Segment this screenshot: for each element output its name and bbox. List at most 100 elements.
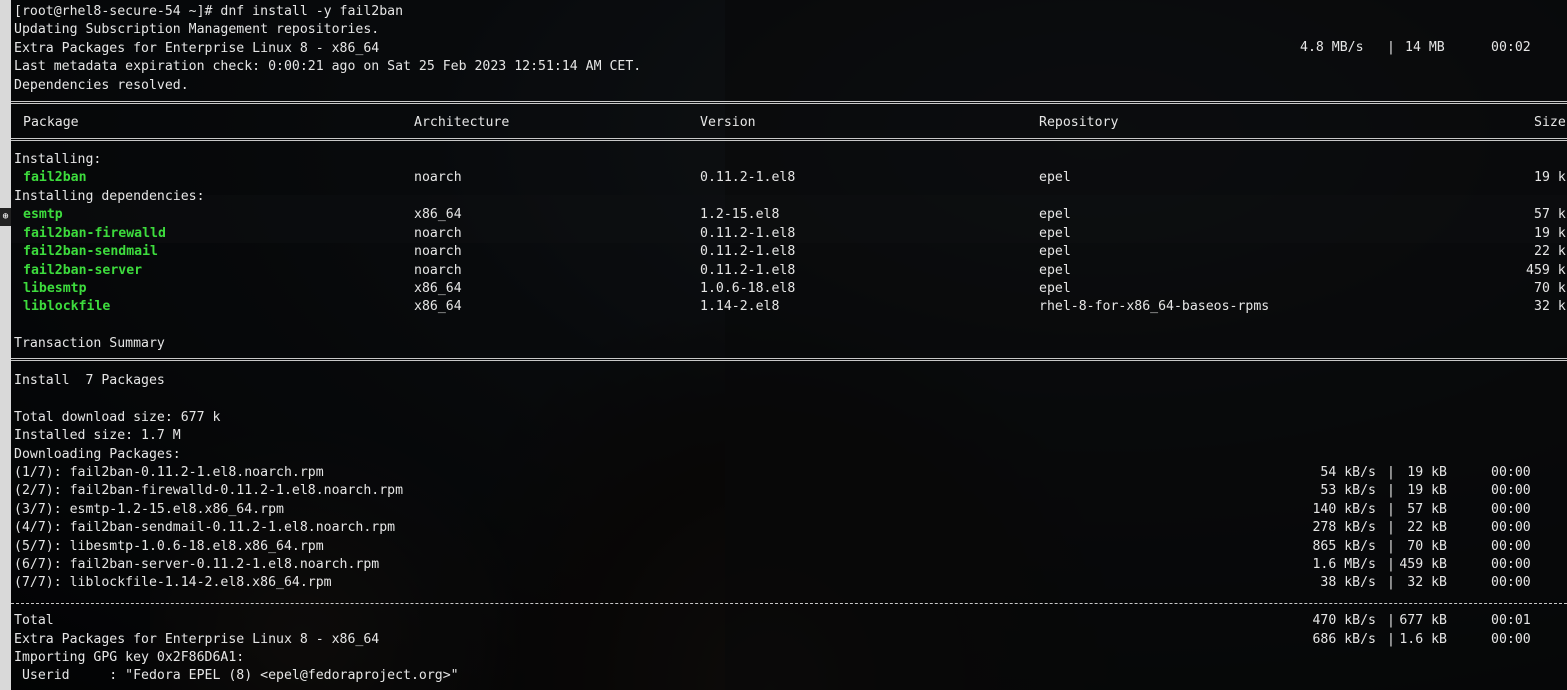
package-arch: noarch — [414, 263, 462, 278]
summary-rule — [11, 358, 1567, 361]
package-name: libesmtp — [23, 281, 87, 296]
download-size: 19 kB — [1407, 465, 1447, 480]
package-arch: noarch — [414, 226, 462, 241]
package-size: 22 k — [1534, 244, 1566, 259]
totals-rule — [11, 603, 1567, 604]
download-sep: | — [1387, 538, 1395, 554]
package-name: fail2ban-firewalld — [23, 226, 166, 241]
package-size: 70 k — [1534, 281, 1566, 296]
download-size: 70 kB — [1407, 538, 1447, 554]
package-repo: epel — [1039, 170, 1071, 185]
total-row: Total 470 kB/s | 677 kB 00:01 — [11, 612, 1567, 630]
download-label: (7/7): liblockfile-1.14-2.el8.x86_64.rpm — [14, 575, 332, 591]
download-size: Total download size: 677 k — [14, 410, 221, 425]
total-row: Extra Packages for Enterprise Linux 8 - … — [11, 631, 1567, 649]
package-arch: noarch — [414, 244, 462, 259]
download-time: 00:00 — [1491, 575, 1531, 591]
package-version: 0.11.2-1.el8 — [700, 244, 796, 259]
download-sep: | — [1387, 520, 1395, 536]
package-row: liblockfile x86_64 1.14-2.el8 rhel-8-for… — [11, 298, 1567, 316]
table-header-row: Package Architecture Version Repository … — [11, 114, 1567, 132]
package-row: esmtp x86_64 1.2-15.el8 epel 57 k — [11, 206, 1567, 224]
left-panel-strip: ⊕ — [0, 0, 11, 690]
header-size: Size — [1534, 115, 1566, 130]
download-row: (6/7): fail2ban-server-0.11.2-1.el8.noar… — [11, 556, 1567, 574]
epel-progress-size: 14 MB — [1405, 40, 1445, 55]
preamble-line: Last metadata expiration check: 0:00:21 … — [14, 59, 642, 74]
table-header-rule — [11, 138, 1567, 141]
download-sep: | — [1387, 557, 1395, 572]
total-time: 00:01 — [1491, 613, 1531, 628]
header-architecture: Architecture — [414, 115, 510, 130]
prompt-line: [root@rhel8-secure-54 ~]# dnf install -y… — [14, 4, 404, 19]
download-speed: 54 kB/s — [1320, 465, 1376, 480]
package-row: libesmtp x86_64 1.0.6-18.el8 epel 70 k — [11, 280, 1567, 298]
download-speed: 1.6 MB/s — [1312, 557, 1376, 572]
download-size: 32 kB — [1407, 575, 1447, 591]
total-size: 677 kB — [1399, 613, 1447, 628]
summary-title: Transaction Summary — [14, 336, 165, 351]
package-name: fail2ban-server — [23, 263, 143, 278]
download-row: (1/7): fail2ban-0.11.2-1.el8.noarch.rpm 5… — [11, 464, 1567, 482]
download-time: 00:00 — [1491, 538, 1531, 554]
download-time: 00:00 — [1491, 501, 1531, 517]
package-repo: epel — [1039, 263, 1071, 278]
total-sep: | — [1387, 613, 1395, 628]
total-label: Total — [14, 613, 54, 628]
download-size: 459 kB — [1399, 557, 1447, 572]
download-time: 00:00 — [1491, 483, 1531, 499]
gpg-import-line: Importing GPG key 0x2F86D6A1: — [14, 650, 245, 665]
header-version: Version — [700, 115, 756, 130]
package-arch: x86_64 — [414, 299, 462, 314]
package-name: liblockfile — [23, 299, 111, 314]
package-repo: epel — [1039, 207, 1071, 222]
download-row: (5/7): libesmtp-1.0.6-18.el8.x86_64.rpm 8… — [11, 538, 1567, 556]
download-size: 19 kB — [1407, 483, 1447, 499]
package-version: 0.11.2-1.el8 — [700, 226, 796, 241]
package-arch: x86_64 — [414, 207, 462, 222]
package-row: fail2ban-server noarch 0.11.2-1.el8 epel… — [11, 262, 1567, 280]
package-arch: noarch — [414, 170, 462, 185]
download-row: (7/7): liblockfile-1.14-2.el8.x86_64.rpm… — [11, 574, 1567, 592]
summary-install: Install 7 Packages — [14, 373, 165, 388]
package-size: 57 k — [1534, 207, 1566, 222]
package-version: 1.14-2.el8 — [700, 299, 780, 314]
package-repo: rhel-8-for-x86_64-baseos-rpms — [1039, 299, 1270, 314]
total-speed: 686 kB/s — [1312, 631, 1376, 647]
download-label: (3/7): esmtp-1.2-15.el8.x86_64.rpm — [14, 501, 284, 517]
download-label: (2/7): fail2ban-firewalld-0.11.2-1.el8.n… — [14, 483, 404, 499]
download-label: (6/7): fail2ban-server-0.11.2-1.el8.noar… — [14, 557, 380, 572]
download-time: 00:00 — [1491, 557, 1531, 572]
downloading-label: Downloading Packages: — [14, 447, 181, 462]
package-repo: epel — [1039, 226, 1071, 241]
package-size: 19 k — [1534, 226, 1566, 241]
preamble-line: Extra Packages for Enterprise Linux 8 - … — [14, 41, 380, 56]
download-row: (3/7): esmtp-1.2-15.el8.x86_64.rpm 140 kB… — [11, 501, 1567, 519]
package-version: 0.11.2-1.el8 — [700, 263, 796, 278]
package-version: 1.2-15.el8 — [700, 207, 780, 222]
download-row: (2/7): fail2ban-firewalld-0.11.2-1.el8.n… — [11, 482, 1567, 500]
download-speed: 140 kB/s — [1312, 501, 1376, 517]
epel-progress-sep: | — [1387, 40, 1395, 55]
package-row: fail2ban-firewalld noarch 0.11.2-1.el8 e… — [11, 225, 1567, 243]
header-package: Package — [23, 115, 79, 130]
total-time: 00:00 — [1491, 631, 1531, 647]
package-repo: epel — [1039, 244, 1071, 259]
package-name: esmtp — [23, 207, 63, 222]
download-time: 00:00 — [1491, 465, 1531, 480]
total-sep: | — [1387, 631, 1395, 647]
epel-progress-time: 00:02 — [1491, 40, 1531, 55]
download-time: 00:00 — [1491, 520, 1531, 536]
terminal-window[interactable]: [root@rhel8-secure-54 ~]# dnf install -y… — [11, 0, 1567, 690]
download-label: (1/7): fail2ban-0.11.2-1.el8.noarch.rpm — [14, 465, 324, 480]
panel-icon[interactable]: ⊕ — [0, 208, 11, 226]
total-label: Extra Packages for Enterprise Linux 8 - … — [14, 631, 380, 647]
header-repository: Repository — [1039, 115, 1119, 130]
download-label: (5/7): libesmtp-1.0.6-18.el8.x86_64.rpm — [14, 538, 324, 554]
download-speed: 865 kB/s — [1312, 538, 1376, 554]
installed-size: Installed size: 1.7 M — [14, 428, 181, 443]
package-size: 459 k — [1526, 263, 1566, 278]
download-size: 22 kB — [1407, 520, 1447, 536]
download-speed: 53 kB/s — [1320, 483, 1376, 499]
table-top-rule — [11, 101, 1567, 104]
